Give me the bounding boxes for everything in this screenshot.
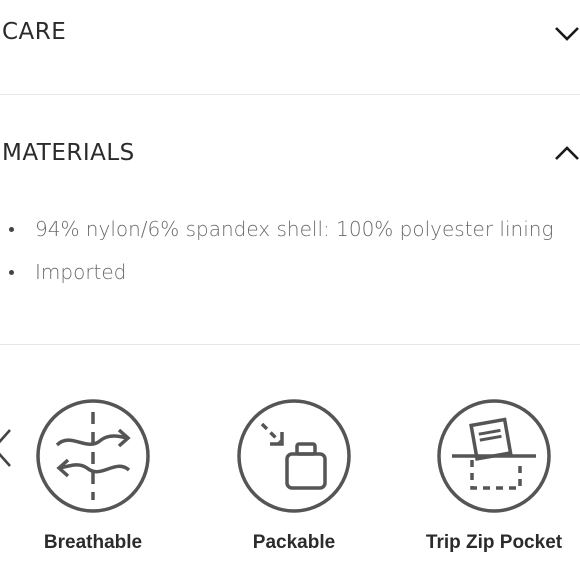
feature-packable: Packable: [219, 398, 369, 554]
care-section-title: CARE: [2, 19, 67, 45]
divider: [0, 94, 580, 95]
feature-label: Packable: [252, 532, 336, 553]
feature-trip-zip-pocket: Trip Zip Pocket: [419, 398, 569, 554]
feature-label: Breathable: [43, 532, 143, 553]
materials-list: 94% nylon/6% spandex shell: 100% polyest…: [0, 212, 553, 298]
feature-label: Trip Zip Pocket: [425, 532, 563, 553]
chevron-left-icon[interactable]: [0, 428, 12, 468]
packable-icon: [237, 399, 351, 513]
materials-section-title: MATERIALS: [2, 140, 135, 166]
chevron-down-icon[interactable]: [554, 26, 580, 42]
care-section-header[interactable]: CARE: [0, 10, 580, 54]
chevron-up-icon[interactable]: [554, 145, 580, 161]
list-item: Imported: [0, 255, 553, 298]
trip-zip-pocket-icon: [437, 399, 551, 513]
feature-breathable: Breathable: [18, 398, 168, 554]
divider: [0, 344, 580, 345]
list-item: 94% nylon/6% spandex shell: 100% polyest…: [0, 212, 553, 255]
breathable-icon: [36, 399, 150, 513]
materials-section-header[interactable]: MATERIALS: [0, 131, 580, 175]
